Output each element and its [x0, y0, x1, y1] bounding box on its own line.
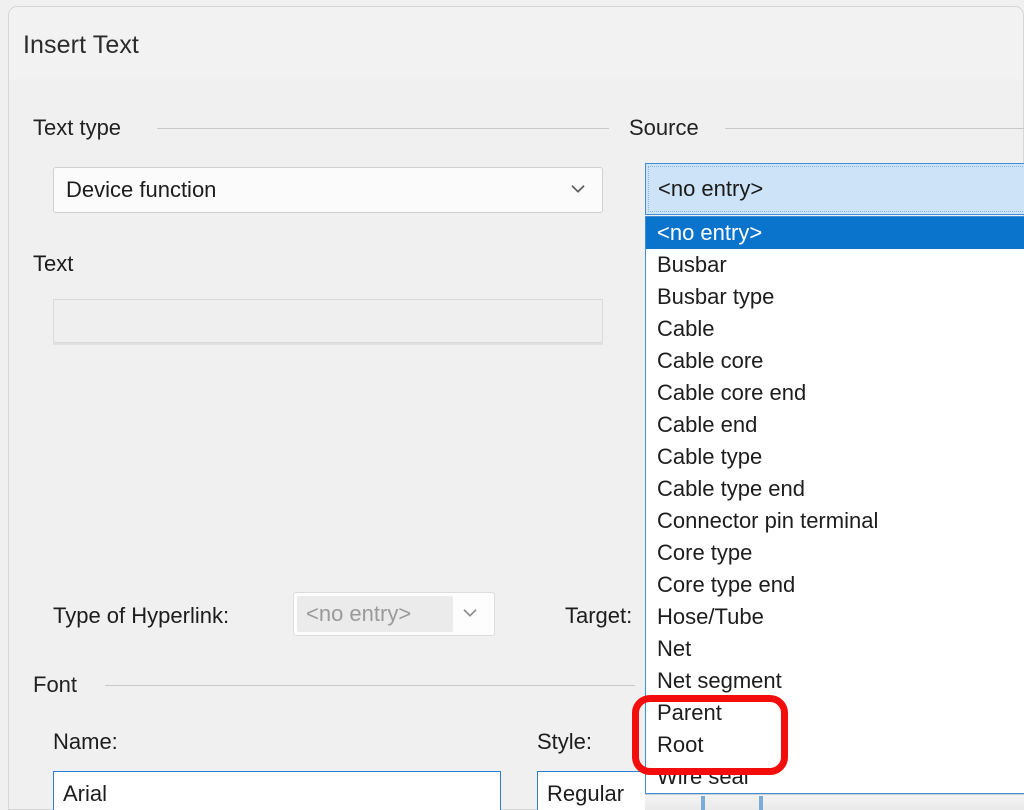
strip-tick-left — [701, 796, 705, 810]
group-label-text-type: Text type — [33, 115, 131, 141]
dropdown-option[interactable]: Cable type — [646, 441, 1024, 473]
target-label: Target: — [565, 603, 632, 629]
text-type-value: Device function — [66, 177, 216, 203]
dialog-title: Insert Text — [23, 31, 139, 60]
dropdown-option[interactable]: Cable core end — [646, 377, 1024, 409]
dropdown-option[interactable]: Net segment — [646, 665, 1024, 697]
dropdown-option[interactable]: Cable — [646, 313, 1024, 345]
dropdown-option[interactable]: Connector pin terminal — [646, 505, 1024, 537]
dropdown-option[interactable]: Hose/Tube — [646, 601, 1024, 633]
text-input[interactable] — [53, 299, 603, 343]
source-combobox[interactable]: <no entry> — [645, 163, 1024, 215]
text-field-label: Text — [33, 251, 73, 277]
dropdown-option[interactable]: Root — [646, 729, 1024, 761]
screenshot-root: Insert Text Text type Device function Te… — [0, 0, 1024, 810]
dropdown-option[interactable]: Cable type end — [646, 473, 1024, 505]
dropdown-option[interactable]: Net — [646, 633, 1024, 665]
group-rule-source — [725, 128, 1024, 129]
dropdown-option[interactable]: Busbar type — [646, 281, 1024, 313]
font-name-value: Arial — [63, 781, 107, 807]
group-rule-font — [105, 685, 635, 686]
strip-tick-right — [759, 796, 763, 810]
dropdown-option[interactable]: Cable end — [646, 409, 1024, 441]
group-rule-text-type — [157, 128, 609, 129]
dropdown-option[interactable]: Wire seal — [646, 761, 1024, 793]
hyperlink-type-value: <no entry> — [306, 601, 411, 627]
font-style-value: Regular — [547, 781, 624, 807]
font-name-label: Name: — [53, 729, 118, 755]
font-style-label: Style: — [537, 729, 592, 755]
dropdown-option[interactable]: Parent — [646, 697, 1024, 729]
dropdown-option[interactable]: Core type — [646, 537, 1024, 569]
dropdown-option[interactable]: Core type end — [646, 569, 1024, 601]
hyperlink-type-label: Type of Hyperlink: — [53, 603, 229, 629]
chevron-down-icon[interactable] — [462, 605, 478, 621]
dropdown-option[interactable]: Busbar — [646, 249, 1024, 281]
hyperlink-type-combobox[interactable]: <no entry> — [293, 592, 495, 636]
dropdown-option[interactable]: <no entry> — [646, 217, 1024, 249]
group-label-font: Font — [33, 672, 87, 698]
dropdown-option[interactable]: Cable core — [646, 345, 1024, 377]
font-name-input[interactable]: Arial — [53, 771, 501, 810]
dialog-titlebar: Insert Text — [9, 7, 1023, 79]
chevron-down-icon[interactable] — [570, 181, 586, 197]
group-label-source: Source — [629, 115, 709, 141]
source-combobox-value: <no entry> — [658, 176, 763, 202]
text-type-combobox[interactable]: Device function — [53, 167, 603, 213]
source-dropdown-list[interactable]: <no entry>BusbarBusbar typeCableCable co… — [645, 216, 1024, 794]
window-bottom-strip — [645, 794, 1024, 810]
